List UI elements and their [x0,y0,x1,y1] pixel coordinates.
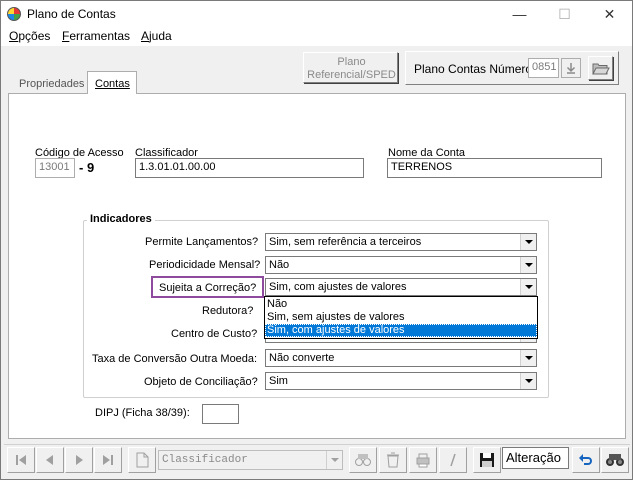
periodicidade-select[interactable]: Não [265,256,537,274]
permite-lancamentos-select[interactable]: Sim, sem referência a terceiros [265,233,537,251]
tab-contas-label: Contas [95,78,130,90]
italic-cursor-icon [450,453,456,467]
menu-bar: Opções Ferramentas Ajuda [1,28,632,46]
sujeita-correcao-dropdown: Não Sim, sem ajustes de valores Sim, com… [264,296,538,339]
next-icon [76,455,83,465]
printer-icon [416,453,430,468]
delete-button[interactable] [379,447,407,473]
print-button[interactable] [409,447,437,473]
plano-referencial-line1: Plano [337,56,366,68]
new-record-button[interactable] [128,447,156,473]
dropdown-option[interactable]: Não [265,298,537,311]
plano-numero-label: Plano Contas Número [414,62,533,76]
binoculars-grey-icon [355,454,371,466]
chevron-down-icon[interactable] [326,451,342,469]
new-document-icon [136,452,149,468]
nome-conta-field[interactable]: TERRENOS [387,158,602,178]
trash-icon [387,452,399,468]
objeto-conciliacao-select[interactable]: Sim [265,372,537,390]
menu-ferramentas[interactable]: Ferramentas [62,29,130,43]
chevron-down-icon[interactable] [520,373,536,389]
save-button[interactable] [473,447,501,473]
indicadores-title: Indicadores [87,213,155,225]
download-arrow-icon[interactable] [561,58,581,78]
undo-icon [579,454,592,465]
chevron-down-icon[interactable] [520,257,536,273]
last-record-button[interactable] [94,447,122,473]
dipj-label: DIPJ (Ficha 38/39): [95,407,190,419]
open-folder-button[interactable] [588,56,613,80]
next-record-button[interactable] [65,447,93,473]
objeto-conciliacao-label: Objeto de Conciliação? [144,376,258,388]
open-folder-icon [592,63,610,75]
plano-numero-field[interactable]: 0851 [528,58,559,78]
periodicidade-label: Periodicidade Mensal? [149,259,261,271]
plano-referencial-button[interactable]: Plano Referencial/SPED [303,52,398,83]
dropdown-option-selected[interactable]: Sim, com ajustes de valores [265,324,537,337]
window-title: Plano de Contas [27,7,116,21]
app-icon [7,7,21,21]
taxa-conversao-label: Taxa de Conversão Outra Moeda: [92,353,258,365]
menu-ajuda[interactable]: Ajuda [141,29,172,43]
dropdown-option[interactable]: Sim, sem ajustes de valores [265,311,537,324]
binoculars-icon [606,454,624,466]
minimize-button[interactable]: — [497,1,542,28]
mode-indicator: Alteração [502,447,569,469]
main-window: Plano de Contas — ☐ ✕ Opções Ferramentas… [0,0,633,480]
centro-custo-label: Centro de Custo? [171,328,258,340]
redutora-label: Redutora? [202,305,254,317]
find-button[interactable] [349,447,377,473]
chevron-down-icon[interactable] [520,350,536,366]
classificador-field[interactable]: 1.3.01.01.00.00 [135,158,364,178]
chevron-down-icon[interactable] [520,234,536,250]
permite-lancamentos-label: Permite Lançamentos? [145,236,259,248]
title-bar: Plano de Contas — ☐ ✕ [1,1,632,28]
tab-contas[interactable]: Contas [87,71,137,94]
maximize-button[interactable]: ☐ [542,1,587,28]
undo-button[interactable] [572,447,600,473]
floppy-disk-icon [480,453,494,467]
search-field-combo[interactable]: Classificador [158,450,343,470]
sujeita-correcao-select[interactable]: Sim, com ajustes de valores [265,278,537,296]
sujeita-correcao-label: Sujeita a Correção? [159,282,257,294]
plano-referencial-line2: Referencial/SPED [307,69,396,81]
codigo-acesso-field[interactable]: 13001 [35,158,75,178]
codigo-digito: - 9 [79,160,95,175]
edit-button[interactable] [439,447,467,473]
tab-propriedades[interactable]: Propriedades [19,78,84,90]
search-button[interactable] [601,447,629,473]
last-icon [103,455,113,465]
first-record-button[interactable] [7,447,35,473]
first-icon [16,455,26,465]
menu-opcoes[interactable]: Opções [9,29,50,43]
previous-record-button[interactable] [36,447,64,473]
dipj-field[interactable] [202,404,239,424]
chevron-down-icon[interactable] [520,279,536,295]
previous-icon [46,455,53,465]
taxa-conversao-select[interactable]: Não converte [265,349,537,367]
close-button[interactable]: ✕ [587,1,632,28]
